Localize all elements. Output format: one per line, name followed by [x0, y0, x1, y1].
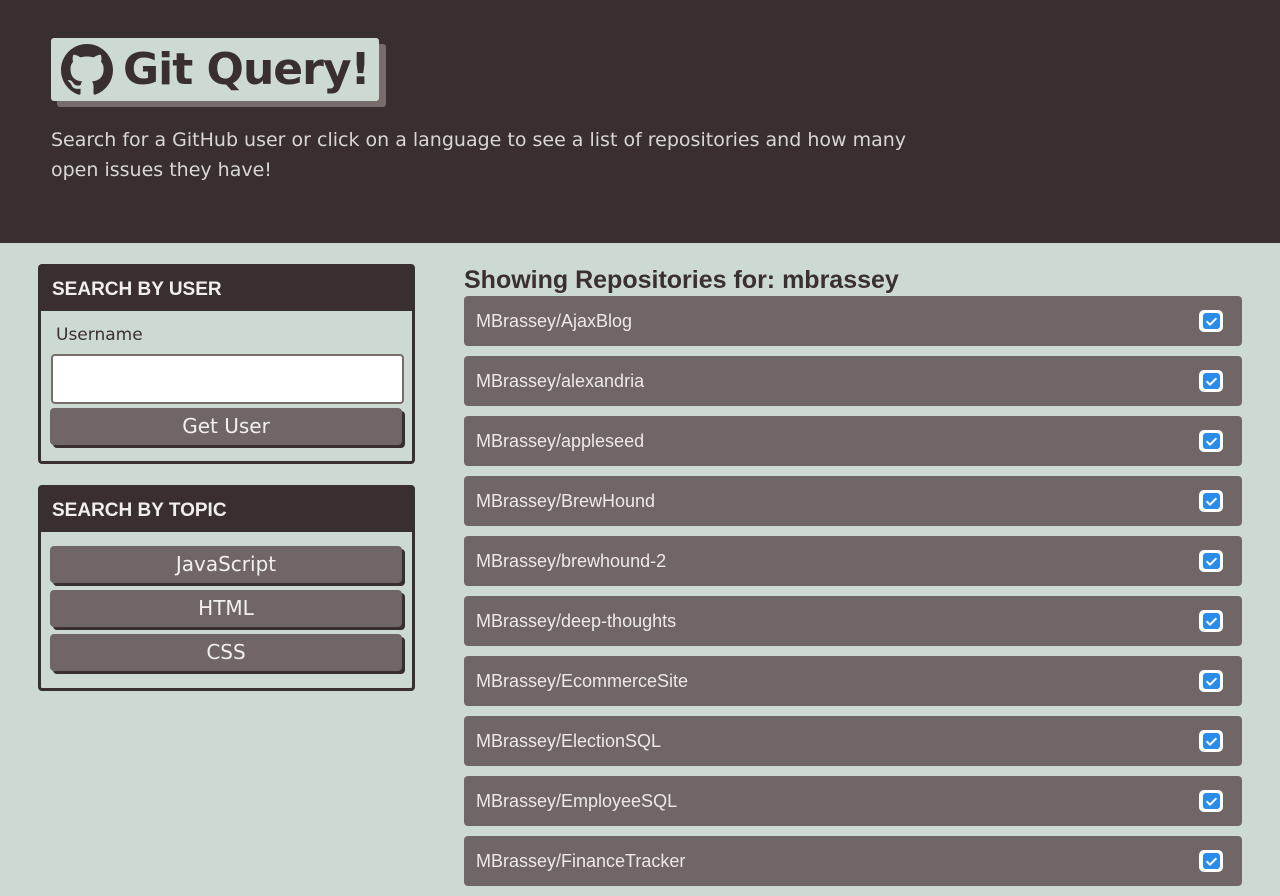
repo-item[interactable]: MBrassey/ElectionSQL — [464, 716, 1242, 766]
repo-name: MBrassey/EcommerceSite — [476, 670, 689, 691]
username-label: Username — [56, 325, 143, 345]
logo-badge: Git Query! — [51, 38, 379, 101]
check-square-icon — [1199, 310, 1223, 332]
topic-button-html[interactable]: HTML — [50, 590, 402, 627]
repo-name: MBrassey/EmployeeSQL — [476, 790, 678, 811]
get-user-button[interactable]: Get User — [50, 408, 402, 445]
search-by-topic-heading: SEARCH BY TOPIC — [41, 488, 412, 532]
check-square-icon — [1199, 670, 1223, 692]
check-square-icon — [1199, 790, 1223, 812]
search-by-topic-card: SEARCH BY TOPIC JavaScript HTML CSS — [38, 485, 415, 691]
check-square-icon — [1199, 490, 1223, 512]
topic-buttons: JavaScript HTML CSS — [41, 532, 412, 671]
repo-item[interactable]: MBrassey/deep-thoughts — [464, 596, 1242, 646]
repo-item[interactable]: MBrassey/brewhound-2 — [464, 536, 1242, 586]
search-by-user-heading: SEARCH BY USER — [41, 267, 412, 311]
repo-name: MBrassey/alexandria — [476, 370, 645, 391]
check-square-icon — [1199, 550, 1223, 572]
topic-button-css[interactable]: CSS — [50, 634, 402, 671]
repo-name: MBrassey/BrewHound — [476, 490, 656, 511]
repo-item[interactable]: MBrassey/alexandria — [464, 356, 1242, 406]
repo-name: MBrassey/AjaxBlog — [476, 310, 633, 331]
search-by-user-card: SEARCH BY USER Username Get User — [38, 264, 415, 464]
repo-name: MBrassey/deep-thoughts — [476, 610, 677, 631]
logo: Git Query! — [51, 38, 386, 107]
page-header: Git Query! Search for a GitHub user or c… — [0, 0, 1280, 243]
repo-item[interactable]: MBrassey/appleseed — [464, 416, 1242, 466]
repo-item[interactable]: MBrassey/EmployeeSQL — [464, 776, 1242, 826]
github-icon — [61, 43, 113, 95]
repo-item[interactable]: MBrassey/FinanceTracker — [464, 836, 1242, 886]
repo-list: MBrassey/AjaxBlog MBrassey/alexandria MB… — [464, 296, 1242, 896]
repo-name: MBrassey/FinanceTracker — [476, 850, 686, 871]
repo-name: MBrassey/appleseed — [476, 430, 645, 451]
repo-item[interactable]: MBrassey/EcommerceSite — [464, 656, 1242, 706]
check-square-icon — [1199, 850, 1223, 872]
topic-button-javascript[interactable]: JavaScript — [50, 546, 402, 583]
repo-item[interactable]: MBrassey/BrewHound — [464, 476, 1242, 526]
repo-item[interactable]: MBrassey/AjaxBlog — [464, 296, 1242, 346]
page-title: Git Query! — [123, 44, 371, 95]
repo-name: MBrassey/ElectionSQL — [476, 730, 662, 751]
repo-name: MBrassey/brewhound-2 — [476, 550, 667, 571]
check-square-icon — [1199, 430, 1223, 452]
results-title: Showing Repositories for: mbrassey — [464, 266, 899, 294]
page-subtitle: Search for a GitHub user or click on a l… — [51, 129, 906, 181]
username-input[interactable] — [51, 354, 404, 404]
check-square-icon — [1199, 610, 1223, 632]
check-square-icon — [1199, 730, 1223, 752]
check-square-icon — [1199, 370, 1223, 392]
